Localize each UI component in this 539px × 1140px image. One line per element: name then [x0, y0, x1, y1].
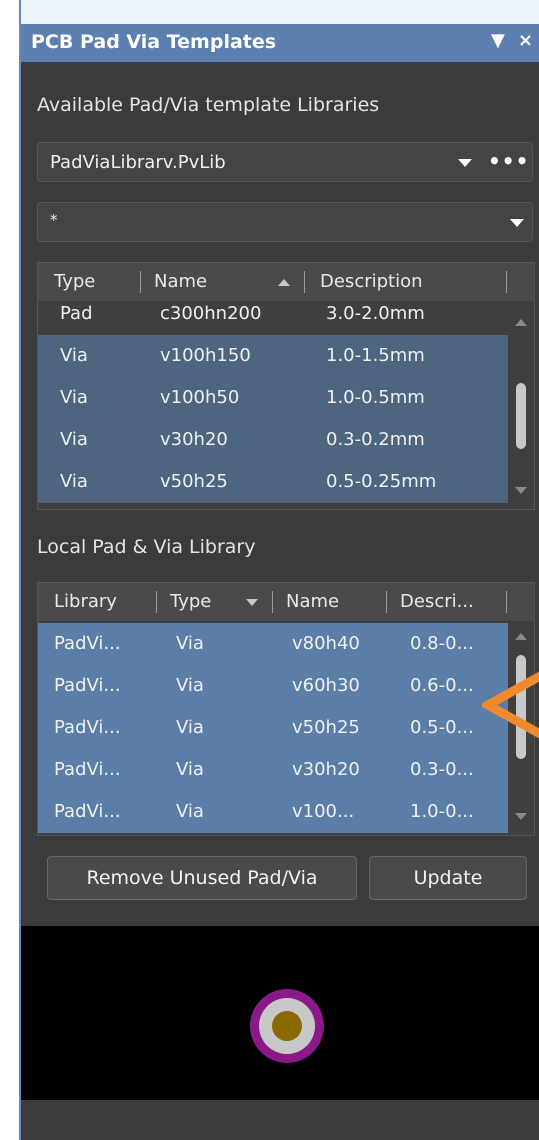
table-header: Library Type Name Descri... [38, 583, 534, 621]
scroll-down-icon[interactable] [515, 487, 527, 494]
cell-name: v50h25 [160, 471, 228, 492]
sort-ascending-icon [278, 279, 290, 286]
column-separator[interactable] [156, 591, 157, 613]
table-row[interactable]: Via v30h20 0.3-0.2mm [38, 419, 508, 461]
table-row[interactable]: PadVi... Via v80h40 0.8-0... [38, 623, 508, 665]
column-header-type[interactable]: Type [170, 591, 211, 612]
cell-type: Via [176, 633, 204, 654]
table-row[interactable]: Via v100h150 1.0-1.5mm [38, 335, 508, 377]
table-row[interactable]: PadVi... Via v50h25 0.5-0... [38, 707, 508, 749]
cell-type: Via [176, 759, 204, 780]
cell-type: Via [60, 345, 88, 366]
local-library-table: Library Type Name Descri... PadVi... Via… [37, 582, 535, 836]
table-row[interactable]: PadVi... Via v30h20 0.3-0... [38, 749, 508, 791]
column-header-description[interactable]: Descri... [400, 591, 474, 612]
pcb-pad-via-templates-panel: PCB Pad Via Templates ▼ × Available Pad/… [19, 0, 539, 1140]
cell-description: 0.3-0... [410, 759, 474, 780]
cell-name: c300hn200 [160, 303, 262, 324]
cell-name: v100h150 [160, 345, 251, 366]
column-header-library[interactable]: Library [54, 591, 117, 612]
cell-name: v100... [292, 801, 355, 822]
column-header-description[interactable]: Description [320, 271, 423, 292]
cell-description: 1.0-1.5mm [326, 345, 425, 366]
chevron-down-icon[interactable] [458, 159, 472, 167]
close-icon[interactable]: × [518, 30, 533, 51]
table-row[interactable]: PadVi... Via v100... 1.0-0... [38, 791, 508, 833]
cell-type: Via [60, 387, 88, 408]
cell-name: v100h50 [160, 387, 240, 408]
cell-type: Via [60, 471, 88, 492]
panel-menu-icon[interactable]: ▼ [491, 30, 505, 51]
column-separator[interactable] [272, 591, 273, 613]
sort-descending-icon [246, 599, 258, 606]
cell-description: 1.0-0.5mm [326, 387, 425, 408]
library-select[interactable]: PadViaLibrarv.PvLib ••• [37, 142, 533, 182]
cell-type: Via [176, 717, 204, 738]
callout-arrow-icon [482, 671, 539, 739]
cell-library: PadVi... [54, 675, 121, 696]
table-row[interactable]: Via v100h50 1.0-0.5mm [38, 377, 508, 419]
scroll-up-icon[interactable] [515, 319, 527, 326]
cell-library: PadVi... [54, 633, 121, 654]
table-header: Type Name Description [38, 263, 534, 301]
update-button[interactable]: Update [369, 856, 527, 900]
available-templates-table: Type Name Description Pad c300hn200 3.0-… [37, 262, 535, 510]
filter-select[interactable]: * [37, 202, 533, 242]
cell-type: Via [60, 429, 88, 450]
table-row[interactable]: Via v50h25 0.5-0.25mm [38, 461, 508, 503]
cell-name: v30h20 [160, 429, 228, 450]
more-options-icon[interactable]: ••• [488, 149, 529, 173]
library-select-value: PadViaLibrarv.PvLib [50, 152, 226, 173]
cell-description: 1.0-0... [410, 801, 474, 822]
via-preview-graphic [250, 989, 324, 1063]
cell-description: 3.0-2.0mm [326, 303, 425, 324]
cell-type: Pad [60, 303, 93, 324]
cell-type: Via [176, 675, 204, 696]
remove-unused-button[interactable]: Remove Unused Pad/Via [47, 856, 357, 900]
available-libraries-label: Available Pad/Via template Libraries [37, 94, 380, 116]
chevron-down-icon[interactable] [510, 219, 524, 227]
scroll-down-icon[interactable] [515, 813, 527, 820]
column-separator[interactable] [506, 591, 507, 613]
filter-select-value: * [50, 211, 58, 229]
via-hole [272, 1011, 302, 1041]
column-separator[interactable] [140, 271, 141, 293]
cell-description: 0.5-0.25mm [326, 471, 437, 492]
cell-name: v60h30 [292, 675, 360, 696]
cell-type: Via [176, 801, 204, 822]
column-separator[interactable] [506, 271, 507, 293]
vertical-scrollbar[interactable] [508, 301, 534, 509]
cell-description: 0.8-0... [410, 633, 474, 654]
column-separator[interactable] [304, 271, 305, 293]
cell-name: v80h40 [292, 633, 360, 654]
panel-title-bar[interactable]: PCB Pad Via Templates ▼ × [21, 24, 539, 62]
column-header-name[interactable]: Name [286, 591, 339, 612]
cell-name: v50h25 [292, 717, 360, 738]
panel-title: PCB Pad Via Templates [31, 31, 277, 53]
cell-name: v30h20 [292, 759, 360, 780]
top-strip [21, 0, 539, 24]
cell-library: PadVi... [54, 801, 121, 822]
cell-description: 0.5-0... [410, 717, 474, 738]
cell-description: 0.3-0.2mm [326, 429, 425, 450]
table-row[interactable]: Pad c300hn200 3.0-2.0mm [38, 301, 508, 331]
cell-library: PadVi... [54, 759, 121, 780]
column-header-name[interactable]: Name [154, 271, 207, 292]
column-separator[interactable] [386, 591, 387, 613]
column-header-type[interactable]: Type [54, 271, 95, 292]
local-library-label: Local Pad & Via Library [37, 536, 256, 558]
scroll-up-icon[interactable] [515, 633, 527, 640]
table-row[interactable]: PadVi... Via v60h30 0.6-0... [38, 665, 508, 707]
bottom-strip [21, 1100, 539, 1140]
cell-description: 0.6-0... [410, 675, 474, 696]
cell-library: PadVi... [54, 717, 121, 738]
via-preview-canvas [21, 926, 539, 1100]
scrollbar-thumb[interactable] [516, 383, 526, 449]
